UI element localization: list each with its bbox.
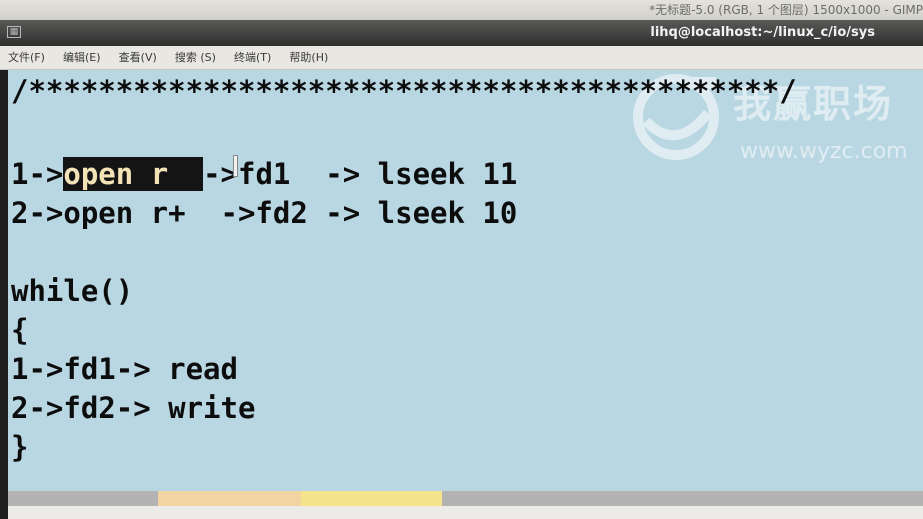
gimp-window-title-bar: *无标题-5.0 (RGB, 1 个图层) 1500x1000 - GIMP — [0, 0, 923, 20]
screen: *无标题-5.0 (RGB, 1 个图层) 1500x1000 - GIMP ▦… — [0, 0, 923, 519]
status-progress-bar — [8, 491, 923, 506]
comment-line: /***************************************… — [11, 74, 797, 108]
bottom-strip — [8, 506, 923, 519]
status-segment-2 — [301, 491, 442, 506]
menu-terminal[interactable]: 终端(T) — [229, 46, 276, 70]
code-line-6: 2->fd2-> write — [11, 391, 256, 425]
terminal-window-title: lihq@localhost:~/linux_c/io/sys — [650, 25, 875, 40]
line1-prefix: 1-> — [11, 157, 64, 191]
menu-view[interactable]: 查看(V) — [114, 46, 162, 70]
code-line-4: { — [11, 313, 29, 347]
menu-file[interactable]: 文件(F) — [3, 46, 50, 70]
code-line-7: } — [11, 430, 29, 464]
window-left-border — [0, 70, 8, 519]
code-line-3: while() — [11, 274, 134, 308]
menu-help[interactable]: 帮助(H) — [284, 46, 333, 70]
terminal-content-area[interactable]: 我赢职场 www.wyzc.com /*********************… — [8, 70, 923, 519]
watermark-url: www.wyzc.com — [740, 139, 908, 164]
text-selection[interactable]: open r — [63, 157, 204, 191]
menu-edit[interactable]: 编辑(E) — [58, 46, 106, 70]
menu-search[interactable]: 搜索 (S) — [170, 46, 221, 70]
terminal-title-bar[interactable]: ▦ lihq@localhost:~/linux_c/io/sys — [0, 20, 923, 46]
gimp-window-title: *无标题-5.0 (RGB, 1 个图层) 1500x1000 - GIMP — [649, 3, 923, 17]
mouse-cursor-icon — [234, 156, 237, 176]
code-line-1: 1->open r ->fd1 -> lseek 11 — [11, 155, 517, 194]
terminal-menu-bar: 文件(F) 编辑(E) 查看(V) 搜索 (S) 终端(T) 帮助(H) — [0, 46, 923, 70]
terminal-window-icon[interactable]: ▦ — [7, 26, 21, 38]
line1-rest: ->fd1 -> lseek 11 — [203, 157, 518, 191]
code-line-2: 2->open r+ ->fd2 -> lseek 10 — [11, 196, 518, 230]
status-segment-1 — [158, 491, 301, 506]
code-line-5: 1->fd1-> read — [11, 352, 238, 386]
